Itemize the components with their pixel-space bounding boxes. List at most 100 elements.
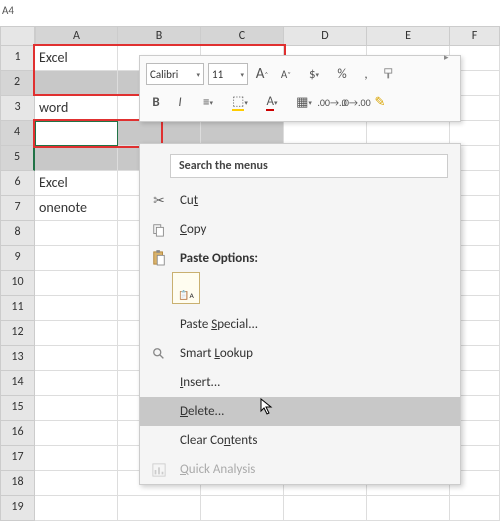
search-icon bbox=[148, 343, 170, 365]
blank-icon bbox=[148, 372, 170, 394]
row-header[interactable]: 5 bbox=[0, 146, 35, 171]
cell[interactable] bbox=[35, 121, 118, 146]
row-header[interactable]: 10 bbox=[0, 271, 35, 296]
row-header[interactable]: 15 bbox=[0, 396, 35, 421]
ctx-paste-special-label: Paste Special... bbox=[180, 317, 452, 332]
paste-option-default[interactable]: 📋A bbox=[172, 272, 200, 304]
col-header-e[interactable]: E bbox=[367, 26, 450, 46]
cell[interactable] bbox=[35, 421, 118, 446]
cell[interactable] bbox=[35, 271, 118, 296]
cell[interactable] bbox=[284, 496, 367, 521]
table-row: 19 bbox=[0, 496, 500, 521]
blank-icon bbox=[148, 430, 170, 452]
column-headers: A B C D E F bbox=[35, 26, 500, 46]
ctx-insert-label: Insert... bbox=[180, 375, 452, 390]
cell[interactable] bbox=[201, 496, 284, 521]
row-header[interactable]: 2 bbox=[0, 71, 35, 96]
ctx-copy[interactable]: Copy bbox=[140, 215, 460, 244]
cell[interactable] bbox=[35, 221, 118, 246]
col-header-a[interactable]: A bbox=[35, 26, 118, 46]
scissors-icon: ✂ bbox=[148, 190, 170, 212]
cell[interactable] bbox=[118, 496, 201, 521]
blank-icon bbox=[148, 314, 170, 336]
italic-button[interactable]: I bbox=[170, 91, 190, 113]
cell[interactable] bbox=[35, 321, 118, 346]
cell[interactable] bbox=[35, 71, 118, 96]
ctx-insert[interactable]: Insert... bbox=[140, 368, 460, 397]
cell[interactable] bbox=[35, 496, 118, 521]
row-header[interactable]: 14 bbox=[0, 371, 35, 396]
cell[interactable]: onenote bbox=[35, 196, 118, 221]
ctx-clear-contents[interactable]: Clear Contents bbox=[140, 426, 460, 455]
percent-button[interactable]: % bbox=[332, 63, 352, 85]
increase-decimal-button[interactable]: .0→.00 bbox=[346, 91, 366, 113]
name-box[interactable]: A4 bbox=[2, 4, 32, 20]
align-dropdown[interactable]: ≡ ▾ bbox=[194, 91, 222, 113]
ctx-delete[interactable]: Delete... bbox=[140, 397, 460, 426]
font-name-dropdown[interactable]: Calibri▾ bbox=[146, 63, 204, 85]
decrease-decimal-button[interactable]: .00→.0 bbox=[322, 91, 342, 113]
clipboard-icon bbox=[148, 247, 170, 269]
row-header[interactable]: 3 bbox=[0, 96, 35, 121]
row-header[interactable]: 6 bbox=[0, 171, 35, 196]
col-header-d[interactable]: D bbox=[284, 26, 367, 46]
row-header[interactable]: 18 bbox=[0, 471, 35, 496]
cell[interactable] bbox=[367, 496, 450, 521]
ctx-paste-special[interactable]: Paste Special... bbox=[140, 310, 460, 339]
cell[interactable] bbox=[35, 396, 118, 421]
copy-icon bbox=[148, 219, 170, 241]
row-header[interactable]: 11 bbox=[0, 296, 35, 321]
ctx-clear-label: Clear Contents bbox=[180, 433, 452, 448]
ctx-delete-label: Delete... bbox=[180, 404, 452, 419]
ctx-cut[interactable]: ✂ Cut bbox=[140, 186, 460, 215]
row-header[interactable]: 4 bbox=[0, 121, 35, 146]
cell[interactable]: word bbox=[35, 96, 118, 121]
cell[interactable] bbox=[35, 296, 118, 321]
cell[interactable] bbox=[35, 246, 118, 271]
cell[interactable] bbox=[35, 346, 118, 371]
col-header-c[interactable]: C bbox=[201, 26, 284, 46]
row-header[interactable]: 7 bbox=[0, 196, 35, 221]
bold-button[interactable]: B bbox=[146, 91, 166, 113]
format-painter-icon[interactable] bbox=[380, 63, 400, 85]
row-header[interactable]: 8 bbox=[0, 221, 35, 246]
cell[interactable] bbox=[450, 496, 500, 521]
cell[interactable] bbox=[35, 446, 118, 471]
row-header[interactable]: 9 bbox=[0, 246, 35, 271]
fill-color-dropdown[interactable]: ⬚ ▾ bbox=[226, 91, 254, 113]
cell[interactable] bbox=[35, 471, 118, 496]
row-header[interactable]: 19 bbox=[0, 496, 35, 521]
cell[interactable] bbox=[35, 146, 118, 171]
mini-toolbar: ▸ Calibri▾ 11▾ A˄ A˅ $ ▾ % , B I ≡ ▾ ⬚ ▾… bbox=[139, 55, 461, 122]
row-header[interactable]: 17 bbox=[0, 446, 35, 471]
row-header[interactable]: 13 bbox=[0, 346, 35, 371]
context-menu: Search the menus ✂ Cut Copy Paste Option… bbox=[139, 143, 461, 485]
ctx-copy-label: Copy bbox=[180, 222, 452, 237]
comma-button[interactable]: , bbox=[356, 63, 376, 85]
toolbar-move-icon[interactable]: ▸ bbox=[444, 52, 454, 62]
col-header-b[interactable]: B bbox=[118, 26, 201, 46]
ctx-quick-analysis: Quick Analysis bbox=[140, 455, 460, 484]
ctx-smart-lookup[interactable]: Smart Lookup bbox=[140, 339, 460, 368]
ctx-quick-label: Quick Analysis bbox=[180, 462, 452, 477]
cell[interactable] bbox=[35, 371, 118, 396]
cell[interactable]: Excel bbox=[35, 46, 118, 71]
font-color-dropdown[interactable]: A ▾ bbox=[258, 91, 286, 113]
shrink-font-button[interactable]: A˅ bbox=[276, 63, 296, 85]
select-all-corner[interactable] bbox=[0, 26, 35, 46]
blank-icon bbox=[148, 401, 170, 423]
ctx-smart-lookup-label: Smart Lookup bbox=[180, 346, 452, 361]
col-header-f[interactable]: F bbox=[450, 26, 500, 46]
menu-search-input[interactable]: Search the menus bbox=[170, 154, 448, 178]
ctx-paste-heading: Paste Options: bbox=[140, 244, 460, 272]
ctx-cut-label: Cut bbox=[180, 193, 452, 208]
grow-font-button[interactable]: A˄ bbox=[252, 63, 272, 85]
borders-dropdown[interactable]: ▦ ▾ bbox=[290, 91, 318, 113]
font-size-dropdown[interactable]: 11▾ bbox=[208, 63, 248, 85]
row-header[interactable]: 16 bbox=[0, 421, 35, 446]
highlighter-icon[interactable]: ✎ bbox=[370, 91, 390, 113]
cell[interactable]: Excel bbox=[35, 171, 118, 196]
row-header[interactable]: 1 bbox=[0, 46, 35, 71]
row-header[interactable]: 12 bbox=[0, 321, 35, 346]
currency-dropdown[interactable]: $ ▾ bbox=[300, 63, 328, 85]
